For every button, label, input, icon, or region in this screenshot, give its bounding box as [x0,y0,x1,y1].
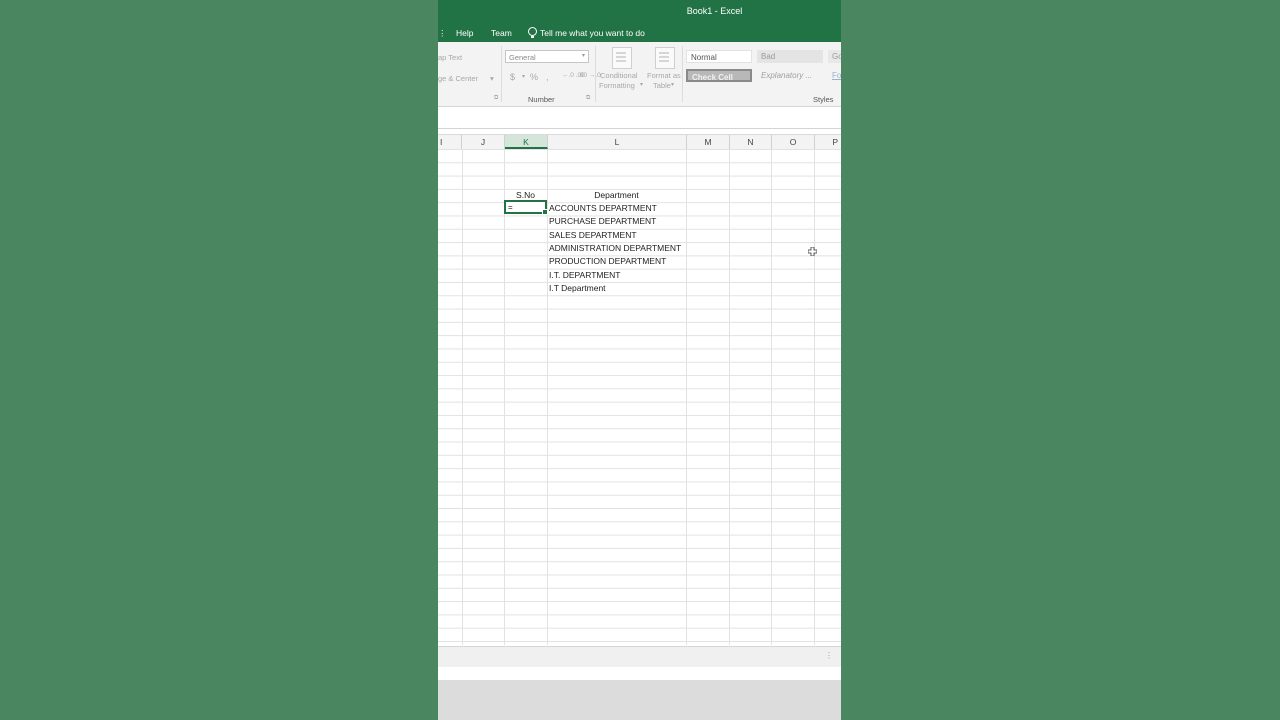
tab-help[interactable]: Help [456,28,473,38]
chevron-down-icon[interactable]: ▾ [640,81,643,88]
department-cell[interactable]: PURCHASE DEPARTMENT [549,215,656,228]
style-explanatory[interactable]: Explanatory ... [757,69,823,82]
column-header-l[interactable]: L [548,135,687,149]
conditional-formatting-icon[interactable] [612,47,632,69]
lightbulb-icon [528,27,537,38]
column-header-k[interactable]: K [505,135,548,149]
department-cell[interactable]: SALES DEPARTMENT [549,229,637,242]
tab-team[interactable]: Team [491,28,512,38]
tell-me-search[interactable]: Tell me what you want to do [540,28,645,38]
style-check-cell[interactable]: Check Cell [686,69,752,82]
column-header-n[interactable]: N [730,135,772,149]
department-cell[interactable]: PRODUCTION DEPARTMENT [549,255,666,268]
scroll-options-icon[interactable]: ⋮ [825,651,833,660]
title-bar: Book1 - Excel [438,0,841,22]
conditional-formatting-label-2[interactable]: Formatting [599,81,635,90]
number-format-value: General [509,53,536,62]
grid-line [729,149,730,645]
column-header-i[interactable]: I [438,135,462,149]
grid-line [686,149,687,645]
active-cell[interactable]: = [504,200,548,215]
styles-group-label: Styles [813,95,834,104]
ribbon-tabs: ⋮ Help Team Tell me what you want to do [438,22,841,42]
style-bad[interactable]: Bad [757,50,823,63]
format-as-table-icon[interactable] [655,47,675,69]
grid-line [462,149,463,645]
grid-line [814,149,815,645]
merge-dropdown-icon[interactable]: ▾ [490,74,494,83]
style-good[interactable]: Go [828,50,841,63]
alignment-launcher-icon[interactable]: ⧉ [494,95,498,102]
fill-handle[interactable] [542,209,548,215]
grid-line [504,149,505,645]
grid-line [771,149,772,645]
chevron-down-icon: ▾ [581,53,585,59]
merge-center-button[interactable]: ge & Center [438,74,478,83]
active-cell-entry: = [508,203,513,212]
window-title: Book1 - Excel [686,6,743,16]
excel-window: Book1 - Excel ⋮ Help Team Tell me what y… [438,0,841,720]
formula-bar[interactable] [438,107,841,129]
mouse-cursor-icon [808,247,817,256]
column-headers: I J K L M N O P [438,134,841,150]
group-separator [682,46,683,102]
department-cell[interactable]: I.T. DEPARTMENT [549,269,620,282]
number-group-label: Number [528,95,555,104]
department-cell[interactable]: I.T Department [549,282,606,295]
grid-line [547,149,548,645]
wrap-text-button[interactable]: ap Text [438,53,462,62]
style-normal[interactable]: Normal [686,50,752,63]
percent-button[interactable]: % [530,72,538,82]
comma-button[interactable]: , [546,72,549,82]
group-separator [501,46,502,102]
decrease-decimal-button[interactable]: .00 →.0 [578,72,601,79]
column-header-j[interactable]: J [462,135,505,149]
column-header-m[interactable]: M [687,135,730,149]
tab-cutoff-icon: ⋮ [438,28,447,38]
group-separator [595,46,596,102]
currency-dropdown-icon[interactable]: ▾ [522,73,525,80]
conditional-formatting-label-1[interactable]: Conditional [600,71,638,80]
ribbon: ap Text ge & Center ▾ ⧉ General ▾ $ ▾ % … [438,42,841,107]
status-bar [438,680,841,720]
style-followed-hyperlink[interactable]: Fo [828,69,841,82]
number-format-select[interactable]: General ▾ [505,50,589,63]
currency-button[interactable]: $ [510,72,515,82]
sheet-tabs-bar: ⋮ [438,646,841,667]
column-header-o[interactable]: O [772,135,815,149]
format-as-table-label-1[interactable]: Format as [647,71,681,80]
department-cell[interactable]: ADMINISTRATION DEPARTMENT [549,242,681,255]
cell-l-header[interactable]: Department [547,189,686,202]
department-cell[interactable]: ACCOUNTS DEPARTMENT [549,202,657,215]
number-launcher-icon[interactable]: ⧉ [586,95,590,102]
format-as-table-label-2[interactable]: Table [653,81,671,90]
chevron-down-icon[interactable]: ▾ [671,81,674,88]
column-header-p[interactable]: P [815,135,841,149]
